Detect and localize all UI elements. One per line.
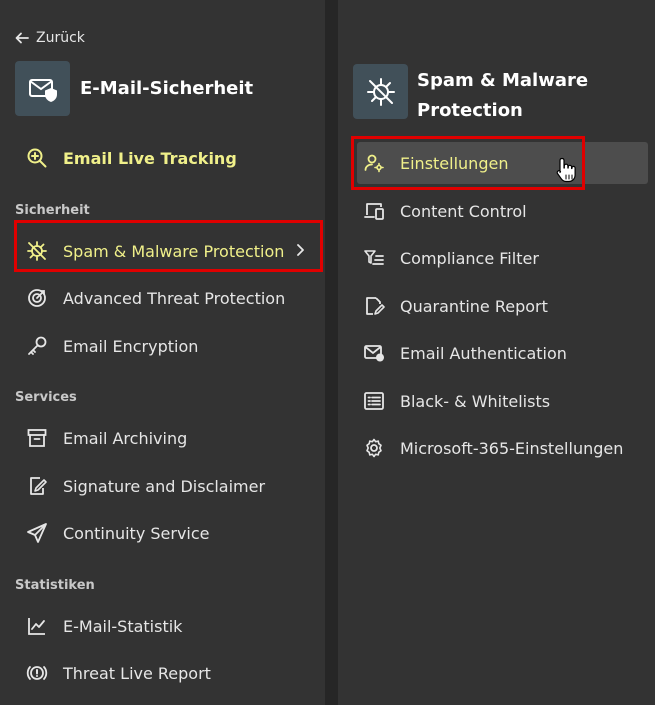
group-label-security: Sicherheit bbox=[15, 203, 90, 218]
menu-compliance-filter[interactable]: Compliance Filter bbox=[362, 246, 539, 270]
menu-label: Email Authentication bbox=[400, 343, 567, 363]
menu-label: Black- & Whitelists bbox=[400, 391, 551, 411]
arrow-left-icon bbox=[15, 32, 29, 44]
virus-slash-icon bbox=[353, 64, 408, 119]
archive-icon bbox=[25, 426, 49, 450]
menu-label: Content Control bbox=[400, 201, 527, 221]
group-label-statistics: Statistiken bbox=[15, 578, 95, 593]
nav-advanced-threat[interactable]: Advanced Threat Protection bbox=[25, 286, 285, 310]
file-edit-icon bbox=[362, 294, 386, 318]
file-signature-icon bbox=[25, 474, 49, 498]
chart-line-icon bbox=[25, 614, 49, 638]
right-title-line1: Spam & Malware bbox=[417, 70, 589, 91]
menu-email-authentication[interactable]: Email Authentication bbox=[362, 341, 567, 365]
menu-einstellungen[interactable]: Einstellungen bbox=[362, 151, 508, 175]
paper-plane-icon bbox=[25, 521, 49, 545]
nav-label: E-Mail-Statistik bbox=[63, 616, 183, 636]
nav-spam-malware[interactable]: Spam & Malware Protection bbox=[25, 239, 284, 263]
filter-list-icon bbox=[362, 246, 386, 270]
nav-signature-disclaimer[interactable]: Signature and Disclaimer bbox=[25, 474, 265, 498]
zoom-in-icon bbox=[25, 146, 49, 170]
page-title: E-Mail-Sicherheit bbox=[80, 78, 254, 99]
mail-shield-icon bbox=[15, 61, 70, 116]
menu-content-control[interactable]: Content Control bbox=[362, 199, 527, 223]
menu-quarantine-report[interactable]: Quarantine Report bbox=[362, 294, 548, 318]
devices-icon bbox=[362, 199, 386, 223]
nav-label: Email Archiving bbox=[63, 428, 188, 448]
nav-threat-live-report[interactable]: Threat Live Report bbox=[25, 661, 211, 685]
menu-black-whitelists[interactable]: Black- & Whitelists bbox=[362, 389, 550, 413]
nav-email-archiving[interactable]: Email Archiving bbox=[25, 426, 187, 450]
back-label: Zurück bbox=[36, 30, 85, 46]
group-label-services: Services bbox=[15, 390, 77, 405]
nav-email-live-tracking[interactable]: Email Live Tracking bbox=[25, 146, 237, 170]
mail-check-icon bbox=[362, 341, 386, 365]
virus-slash-icon bbox=[25, 239, 49, 263]
panel-divider bbox=[325, 0, 338, 705]
menu-label: Microsoft-365-Einstellungen bbox=[400, 438, 624, 458]
nav-label: Email Live Tracking bbox=[63, 148, 237, 168]
gear-icon bbox=[362, 436, 386, 460]
nav-label: Email Encryption bbox=[63, 336, 199, 356]
chevron-right-icon bbox=[297, 244, 304, 256]
right-title: Spam & Malware Protection bbox=[417, 66, 588, 126]
nav-label: Signature and Disclaimer bbox=[63, 476, 266, 496]
menu-label: Compliance Filter bbox=[400, 248, 539, 268]
nav-continuity-service[interactable]: Continuity Service bbox=[25, 521, 210, 545]
nav-label: Spam & Malware Protection bbox=[63, 241, 285, 261]
nav-email-statistik[interactable]: E-Mail-Statistik bbox=[25, 614, 182, 638]
user-cog-icon bbox=[362, 151, 386, 175]
nav-email-encryption[interactable]: Email Encryption bbox=[25, 334, 198, 358]
hand-pointer-icon bbox=[556, 157, 576, 183]
menu-label: Quarantine Report bbox=[400, 296, 548, 316]
menu-label: Einstellungen bbox=[400, 153, 509, 173]
back-link[interactable]: Zurück bbox=[14, 29, 85, 47]
target-icon bbox=[25, 286, 49, 310]
nav-label: Continuity Service bbox=[63, 523, 210, 543]
key-icon bbox=[25, 334, 49, 358]
nav-label: Threat Live Report bbox=[63, 663, 211, 683]
menu-microsoft365-settings[interactable]: Microsoft-365-Einstellungen bbox=[362, 436, 623, 460]
list-icon bbox=[362, 389, 386, 413]
nav-label: Advanced Threat Protection bbox=[63, 288, 286, 308]
section-header-email-security: E-Mail-Sicherheit bbox=[15, 61, 253, 116]
alert-circle-icon bbox=[25, 661, 49, 685]
right-title-line2: Protection bbox=[417, 100, 523, 121]
